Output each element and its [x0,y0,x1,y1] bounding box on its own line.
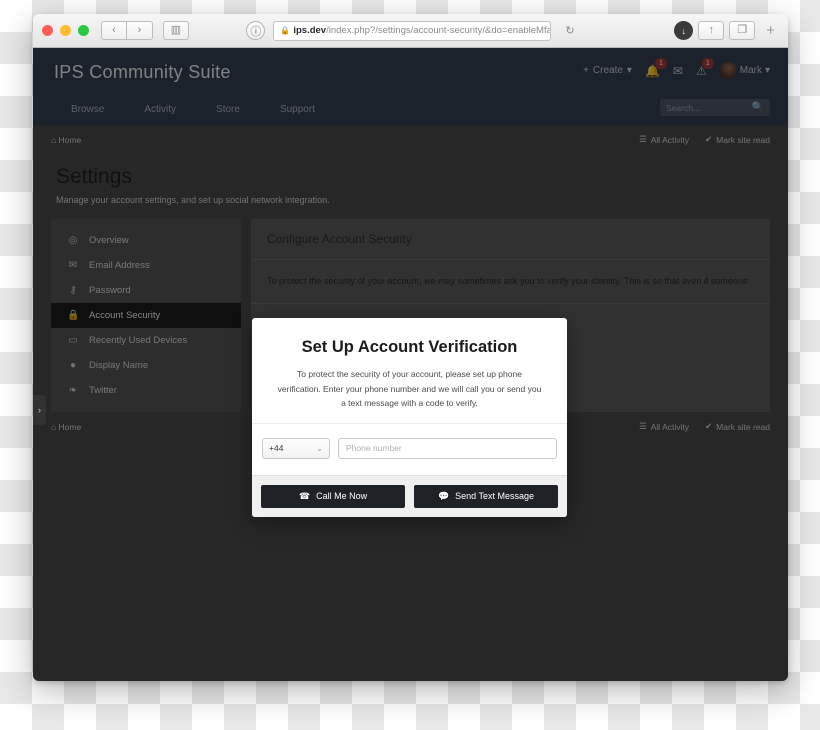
modal-title: Set Up Account Verification [301,338,518,356]
new-tab-icon[interactable]: + [762,22,779,39]
phone-form: +44 ⌄ Phone number [252,422,567,475]
window-controls [42,25,89,36]
downloads-icon[interactable]: ↓ [674,21,694,40]
close-window-button[interactable] [42,25,53,36]
browser-toolbar: ‹ › ▥ ⓘ 🔒 ips.dev /index.php?/settings/a… [33,14,788,48]
toolbar-right-buttons: ↓ ↑ ❐ + [674,21,779,40]
modal-body: Set Up Account Verification To protect t… [252,318,567,475]
country-code-select[interactable]: +44 ⌄ [262,437,330,459]
url-path: /index.php?/settings/account-security/&d… [326,25,552,36]
lock-icon: 🔒 [280,26,291,35]
page-viewport: IPS Community Suite + Create ▾ 🔔 1 ✉ ⚠ 1 [33,48,788,681]
maximize-window-button[interactable] [78,25,89,36]
browser-window: ‹ › ▥ ⓘ 🔒 ips.dev /index.php?/settings/a… [33,14,788,681]
show-tabs-icon[interactable]: ❐ [729,21,756,40]
call-me-now-button[interactable]: ☎ Call Me Now [261,484,405,508]
reload-icon[interactable]: ↻ [565,24,574,37]
call-me-now-label: Call Me Now [316,491,368,502]
phone-icon: ☎ [298,490,311,501]
minimize-window-button[interactable] [60,25,71,36]
forward-icon[interactable]: › [127,21,153,40]
chevron-down-icon: ⌄ [316,443,323,453]
modal-footer: ☎ Call Me Now 💬 Send Text Message [252,474,567,517]
address-bar[interactable]: 🔒 ips.dev /index.php?/settings/account-s… [273,20,552,41]
send-text-message-button[interactable]: 💬 Send Text Message [414,484,558,508]
send-text-message-label: Send Text Message [455,491,535,502]
modal-description: To protect the security of your account,… [277,369,542,409]
sidebar-toggle-icon[interactable]: ▥ [163,21,189,40]
navigation-buttons: ‹ › [101,21,153,40]
page-info-icon[interactable]: ⓘ [246,21,266,40]
edge-expand-tab[interactable]: › [33,395,46,425]
phone-placeholder: Phone number [346,443,402,454]
url-host: ips.dev [293,25,327,36]
back-icon[interactable]: ‹ [101,21,127,40]
chat-bubble-icon: 💬 [437,490,450,501]
country-code-value: +44 [269,443,284,454]
account-verification-modal: Set Up Account Verification To protect t… [252,318,567,517]
share-icon[interactable]: ↑ [698,21,725,40]
phone-number-input[interactable]: Phone number [338,437,557,459]
